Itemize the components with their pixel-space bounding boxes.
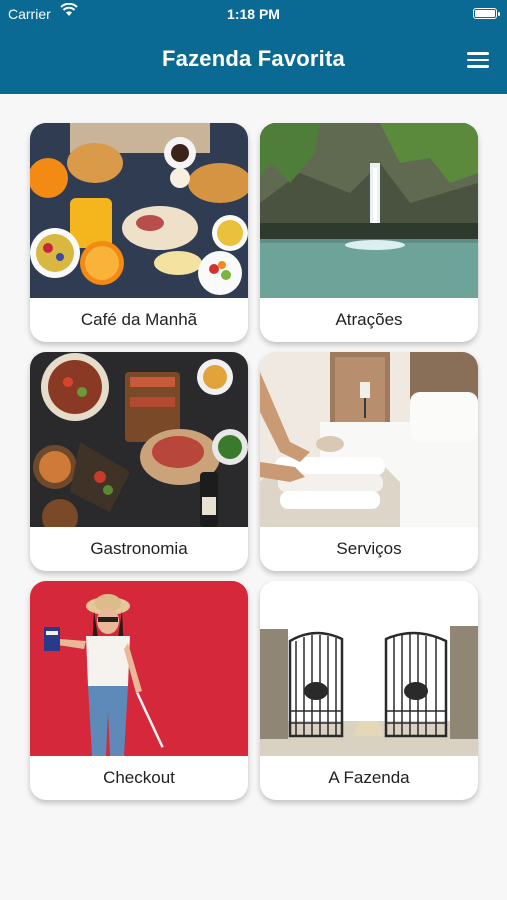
page-title: Fazenda Favorita xyxy=(162,46,345,71)
gastronomy-image xyxy=(30,352,248,527)
card-a-fazenda[interactable]: A Fazenda xyxy=(260,581,478,800)
card-label: Gastronomia xyxy=(90,539,188,558)
clock: 1:18 PM xyxy=(227,6,280,22)
hamburger-menu-icon[interactable] xyxy=(467,52,489,68)
waterfall-image xyxy=(260,123,478,298)
card-label: Checkout xyxy=(103,768,175,787)
breakfast-image xyxy=(30,123,248,298)
farm-gate-image xyxy=(260,581,478,756)
card-servicos[interactable]: Serviços xyxy=(260,352,478,571)
services-image xyxy=(260,352,478,527)
card-gastronomia[interactable]: Gastronomia xyxy=(30,352,248,571)
app-header: Carrier 1:18 PM Fazenda Favorita xyxy=(0,0,507,94)
card-label: Atrações xyxy=(335,310,403,329)
battery-icon xyxy=(473,8,500,19)
card-cafe-da-manha[interactable]: Café da Manhã xyxy=(30,123,248,342)
card-atracoes[interactable]: Atrações xyxy=(260,123,478,342)
card-label: Café da Manhã xyxy=(80,310,198,329)
card-checkout[interactable]: Checkout xyxy=(30,581,248,800)
card-label: A Fazenda xyxy=(328,768,410,787)
checkout-image xyxy=(30,581,248,756)
card-label: Serviços xyxy=(336,539,402,558)
status-bar: Carrier 1:18 PM xyxy=(0,0,507,28)
